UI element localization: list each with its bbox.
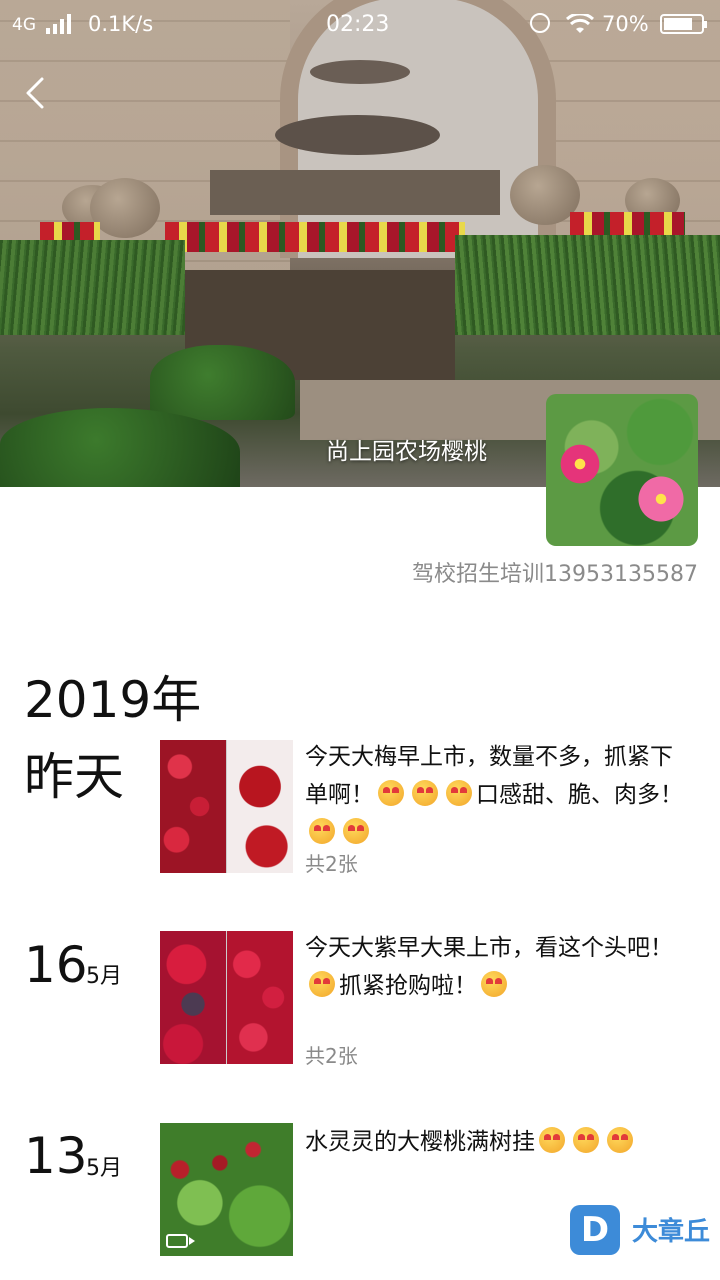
post-day: 16 <box>24 936 88 994</box>
cover-bush <box>150 345 295 420</box>
clock-time: 02:23 <box>326 12 390 37</box>
post-date: 昨天 <box>24 748 124 806</box>
watermark-text: 大章丘 <box>632 1217 711 1247</box>
heart-eyes-emoji-icon <box>446 780 472 806</box>
post-day: 13 <box>24 1127 88 1185</box>
post-thumbnail[interactable] <box>160 931 293 1064</box>
watermark-logo: D 大章丘 <box>570 1205 720 1255</box>
heart-eyes-emoji-icon <box>607 1127 633 1153</box>
grin-emoji-icon <box>309 971 335 997</box>
video-icon <box>166 1234 195 1248</box>
post-month: 5月 <box>86 1156 122 1181</box>
cover-grass <box>455 235 720 335</box>
cover-fountain-base <box>210 170 500 215</box>
post-thumbnail[interactable] <box>160 740 293 873</box>
cover-fountain-mid <box>275 115 440 155</box>
cover-title: 尚上园农场樱桃 <box>326 439 487 465</box>
profile-name[interactable]: 驾校招生培训13953135587 <box>412 556 698 588</box>
post-text: 今天大紫早大果上市，看这个头吧！抓紧抢购啦！ <box>305 935 673 999</box>
battery-percent: 70% <box>602 12 649 36</box>
battery-icon <box>660 14 707 34</box>
post-text: 水灵灵的大樱桃满树挂 <box>305 1123 695 1161</box>
heart-eyes-emoji-icon <box>309 818 335 844</box>
image-count: 共2张 <box>305 852 358 876</box>
cover-grass <box>0 240 185 335</box>
post-text: 今天大梅早上市，数量不多，抓紧下单啊！ 口感甜、脆、肉多！ <box>305 738 695 852</box>
watermark-d-icon: D <box>570 1205 620 1255</box>
network-type: 4G <box>12 15 36 35</box>
post-month: 5月 <box>86 964 122 989</box>
cover-fountain-top <box>310 60 410 84</box>
heart-eyes-emoji-icon <box>412 780 438 806</box>
cover-stone-ball <box>90 178 160 238</box>
network-speed: 0.1K/s <box>88 12 154 36</box>
grin-emoji-icon <box>481 971 507 997</box>
cover-flowers <box>165 222 465 252</box>
alarm-icon <box>530 13 550 33</box>
status-bar: 4G 0.1K/s 02:23 70% <box>0 0 720 50</box>
heart-eyes-emoji-icon <box>539 1127 565 1153</box>
year-heading: 2019年 <box>24 671 202 729</box>
avatar[interactable] <box>546 394 698 546</box>
heart-eyes-emoji-icon <box>378 780 404 806</box>
back-button[interactable] <box>22 76 52 110</box>
image-count: 共2张 <box>305 1044 358 1068</box>
wifi-icon <box>566 14 594 33</box>
heart-eyes-emoji-icon <box>573 1127 599 1153</box>
heart-eyes-emoji-icon <box>343 818 369 844</box>
signal-icon <box>46 14 74 34</box>
